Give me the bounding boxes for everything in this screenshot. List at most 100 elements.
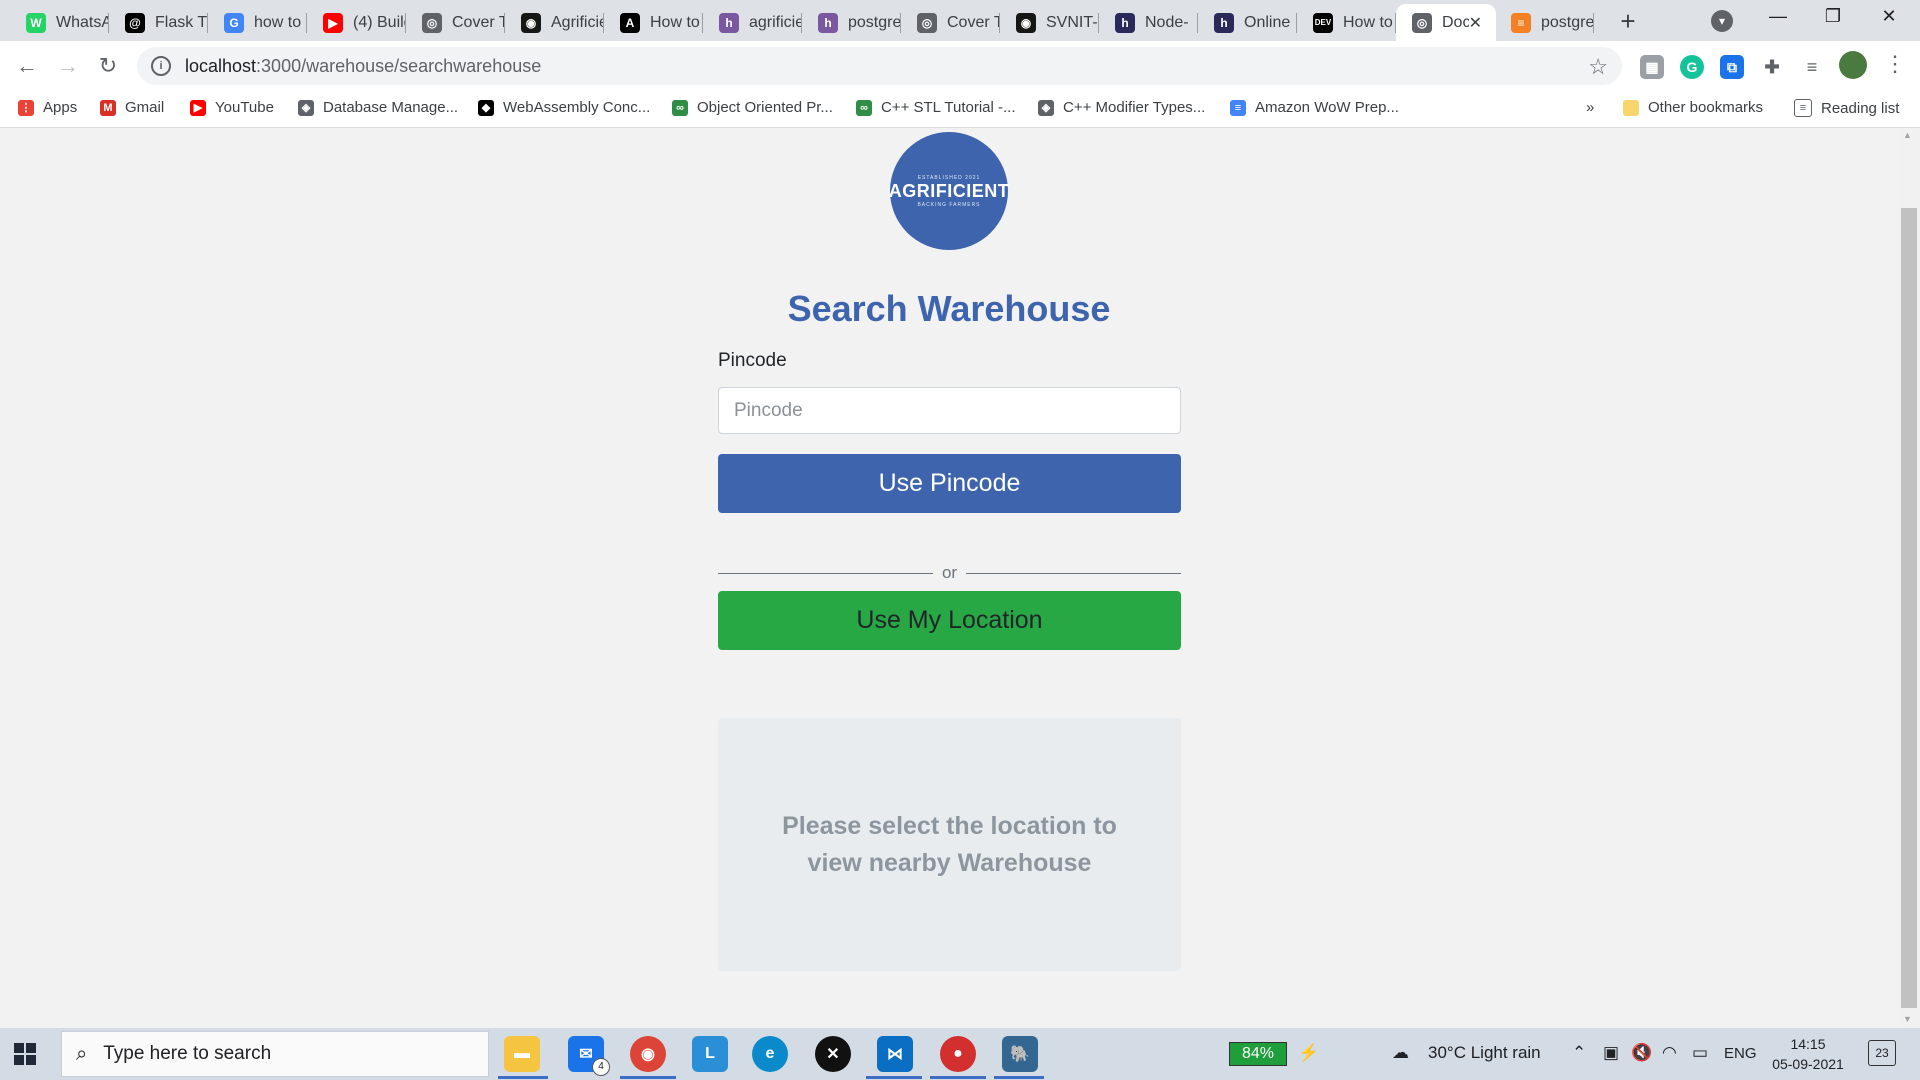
edge-icon[interactable]: e [752, 1036, 788, 1072]
browser-tab[interactable]: h Node- [1099, 4, 1198, 41]
chrome-icon[interactable]: ◉ [630, 1036, 666, 1072]
browser-tab[interactable]: ◎ Doc ✕ [1396, 4, 1496, 41]
battery-indicator[interactable]: 84% [1229, 1042, 1287, 1066]
browser-tab[interactable]: ◎ Cover T [901, 4, 1000, 41]
bookmark-item[interactable]: ∞ C++ STL Tutorial -... [856, 99, 1016, 116]
scroll-up-icon[interactable]: ▲ [1903, 130, 1912, 140]
browser-tab[interactable]: DEV How to [1297, 4, 1396, 41]
minimize-icon[interactable]: — [1758, 6, 1798, 27]
scroll-down-icon[interactable]: ▼ [1903, 1014, 1912, 1024]
restore-icon[interactable]: ❐ [1813, 6, 1853, 27]
grammarly-icon[interactable]: G [1680, 55, 1704, 79]
youtube-icon: ▶ [190, 99, 206, 116]
clock-date: 05-09-2021 [1772, 1056, 1844, 1072]
site-info-icon[interactable]: i [151, 56, 171, 76]
url-text[interactable]: localhost:3000/warehouse/searchwarehouse [185, 56, 541, 77]
browser-tab[interactable]: ≡ postgre [1495, 4, 1594, 41]
launcher-l-icon[interactable]: L [692, 1036, 728, 1072]
media-control-icon[interactable]: ≡ [1800, 55, 1824, 79]
tab-title: postgres [848, 13, 901, 31]
taskbar-search[interactable]: ⌕ Type here to search [61, 1031, 489, 1077]
notification-center-icon[interactable]: 23 [1868, 1040, 1896, 1066]
pincode-input[interactable] [718, 387, 1181, 434]
mute-icon[interactable]: 🔇 [1631, 1043, 1652, 1063]
bookmark-item[interactable]: ◆ WebAssembly Conc... [478, 99, 650, 116]
browser-tab[interactable]: Ghow to [208, 4, 307, 41]
extensions-icon[interactable]: ✚ [1760, 55, 1784, 79]
bookmark-item[interactable]: ≡ Amazon WoW Prep... [1230, 99, 1399, 116]
browser-tab[interactable]: h postgres [802, 4, 901, 41]
browser-tab[interactable]: ◎ Cover T [406, 4, 505, 41]
browser-tab[interactable]: h Online [1198, 4, 1297, 41]
postgres-elephant-icon[interactable]: 🐘 [1002, 1036, 1038, 1072]
chrome-active-indicator [620, 1076, 676, 1079]
weather-text[interactable]: 30°C Light rain [1428, 1043, 1541, 1063]
browser-tab[interactable]: W WhatsApp [10, 4, 109, 41]
browser-tab[interactable]: @ Flask Tutorial [109, 4, 208, 41]
heroku-icon: h [818, 12, 838, 33]
file-explorer-icon[interactable]: ▬ [504, 1036, 540, 1072]
google-icon: G [224, 12, 244, 33]
bookmark-item[interactable]: ◈ C++ Modifier Types... [1038, 99, 1205, 116]
tab-title: Doc [1442, 13, 1469, 31]
scrollbar-thumb[interactable] [1901, 208, 1917, 1008]
browser-tab[interactable]: ▶ (4) Build [307, 4, 406, 41]
language-indicator[interactable]: ENG [1724, 1045, 1757, 1062]
close-tab-icon[interactable]: ✕ [1469, 13, 1482, 33]
meet-now-icon[interactable]: ▣ [1603, 1043, 1619, 1063]
tab-title: Cover T [452, 13, 505, 31]
tab-title: (4) Build [353, 13, 406, 31]
use-pincode-button[interactable]: Use Pincode [718, 454, 1181, 513]
bookmark-label: Database Manage... [323, 99, 459, 116]
tab-search-icon[interactable]: ▾ [1711, 10, 1733, 32]
bookmark-item[interactable]: ◈ Database Manage... [298, 99, 458, 116]
tab-title: How to [650, 13, 700, 31]
browser-tab[interactable]: ◉ Agrificient [505, 4, 604, 41]
browser-tab[interactable]: ◉ SVNIT- [1000, 4, 1099, 41]
clock[interactable]: 14:15 05-09-2021 [1768, 1034, 1848, 1074]
bookmark-item[interactable]: M Gmail [100, 99, 164, 116]
mail-badge: 4 [592, 1058, 610, 1076]
bookmark-item[interactable]: ⋮ Apps [18, 99, 77, 116]
xbox-icon[interactable]: ✕ [815, 1036, 851, 1072]
extension-puzzle-grid-icon[interactable]: ▦ [1640, 55, 1664, 79]
file-explorer-active-indicator [498, 1076, 548, 1079]
tab-title: Flask Tutorial [155, 13, 208, 31]
vscode-icon[interactable]: ⋈ [877, 1036, 913, 1072]
bookmark-item[interactable]: ▶ YouTube [190, 99, 274, 116]
youtube-icon: ▶ [323, 12, 343, 33]
reload-icon[interactable]: ↻ [93, 51, 123, 81]
address-bar[interactable]: i localhost:3000/warehouse/searchwarehou… [137, 47, 1622, 85]
chrome-menu-icon[interactable]: ⋮ [1884, 51, 1906, 77]
bookmark-star-icon[interactable]: ☆ [1588, 54, 1608, 80]
bookmark-label: YouTube [215, 99, 274, 116]
browser-tab[interactable]: A How to [604, 4, 703, 41]
tray-chevron-icon[interactable]: ⌃ [1572, 1043, 1586, 1063]
info-message: Please select the location to view nearb… [782, 811, 1117, 877]
back-icon[interactable]: ← [12, 51, 42, 81]
screen-recorder-icon[interactable]: ● [940, 1036, 976, 1072]
windows-start-icon[interactable] [14, 1043, 36, 1065]
screenshot-icon[interactable]: ⧉ [1720, 55, 1744, 79]
profile-avatar[interactable] [1839, 51, 1867, 79]
use-my-location-button[interactable]: Use My Location [718, 591, 1181, 650]
other-bookmarks-label: Other bookmarks [1648, 99, 1764, 116]
new-tab-button[interactable]: + [1612, 8, 1644, 36]
reading-list-button[interactable]: ≡ Reading list [1794, 99, 1899, 117]
battery-tray-icon[interactable]: ▭ [1692, 1043, 1708, 1063]
whatsapp-icon: W [26, 12, 46, 33]
forward-icon[interactable]: → [53, 51, 83, 81]
other-bookmarks-folder[interactable]: Other bookmarks [1623, 99, 1763, 116]
tab-title: SVNIT- [1046, 13, 1098, 31]
bookmarks-bar: » Other bookmarks ≡ Reading list ⋮ Apps M G… [0, 91, 1920, 128]
close-window-icon[interactable]: ✕ [1869, 6, 1909, 27]
page-content: ESTABLISHED 2021 AGRIFICIENT BACKING FAR… [0, 128, 1898, 1028]
wifi-icon[interactable]: ◠ [1662, 1043, 1677, 1063]
browser-tab[interactable]: h agrificient [703, 4, 802, 41]
bookmarks-overflow-icon[interactable]: » [1586, 99, 1594, 116]
page-scrollbar[interactable]: ▲ ▼ [1898, 128, 1920, 1028]
bookmark-label: Gmail [125, 99, 165, 116]
angular-icon: A [620, 12, 640, 33]
weather-cloud-icon[interactable]: ☁ [1392, 1043, 1409, 1063]
bookmark-item[interactable]: ∞ Object Oriented Pr... [672, 99, 833, 116]
